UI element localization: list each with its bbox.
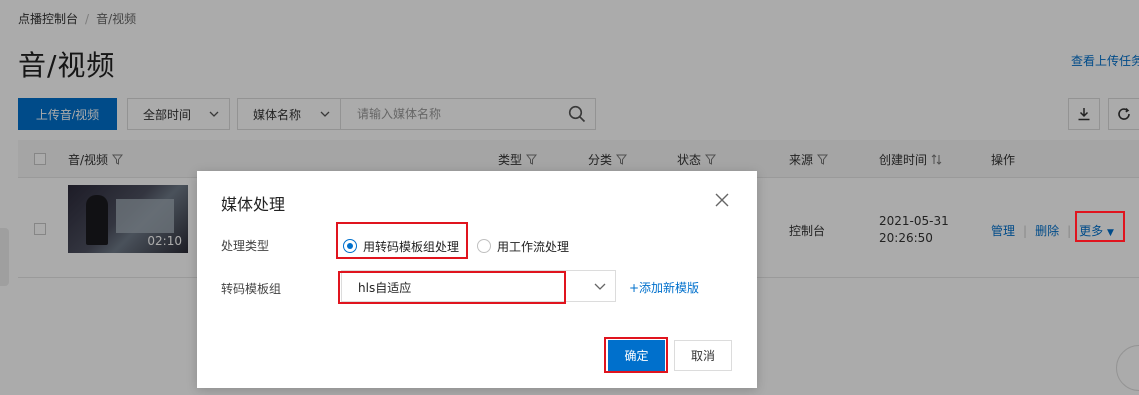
cancel-button[interactable]: 取消: [674, 340, 732, 371]
chevron-down-icon: [594, 283, 606, 290]
confirm-button[interactable]: 确定: [608, 340, 665, 371]
template-group-value: hls自适应: [358, 281, 412, 295]
option-template-group-label[interactable]: 用转码模板组处理: [363, 238, 459, 255]
option-workflow-label[interactable]: 用工作流处理: [497, 238, 569, 255]
close-icon[interactable]: [714, 192, 730, 208]
radio-workflow[interactable]: [477, 239, 491, 253]
media-processing-dialog: 媒体处理 处理类型 用转码模板组处理 用工作流处理 转码模板组 hls自适应 +…: [197, 171, 757, 388]
add-template-link[interactable]: +添加新模版: [629, 279, 699, 296]
template-group-label: 转码模板组: [221, 282, 282, 296]
dialog-title: 媒体处理: [221, 195, 286, 214]
radio-template-group[interactable]: [343, 239, 357, 253]
processing-type-label: 处理类型: [221, 239, 270, 253]
template-group-select[interactable]: hls自适应: [341, 270, 616, 302]
